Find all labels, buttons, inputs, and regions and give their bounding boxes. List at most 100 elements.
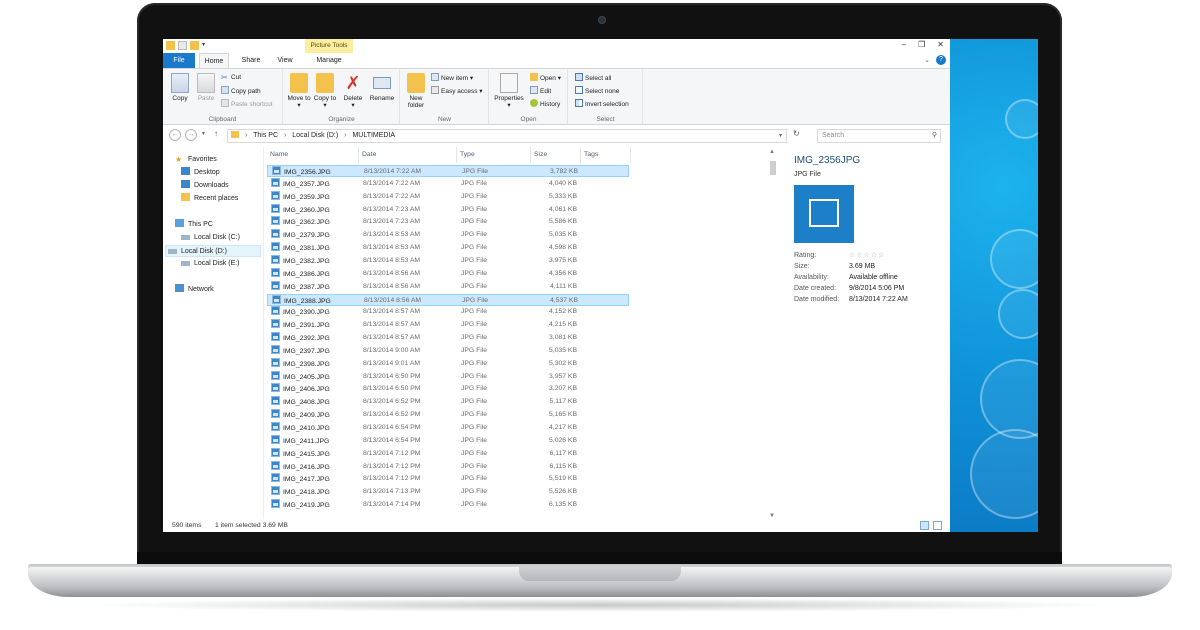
search-icon[interactable]: ⚲ xyxy=(932,130,937,142)
tab-file[interactable]: File xyxy=(163,53,195,68)
tab-manage[interactable]: Manage xyxy=(309,53,349,68)
address-bar[interactable]: › This PC › Local Disk (D:) › MULTIMEDIA… xyxy=(227,129,787,143)
table-row[interactable]: IMG_2411.JPG 8/13/2014 6:54 PM JPG File 5,0… xyxy=(267,434,629,447)
back-icon[interactable]: ← xyxy=(169,129,181,141)
tab-share[interactable]: Share xyxy=(235,53,267,68)
nav-local-disk-e[interactable]: Local Disk (E:) xyxy=(181,258,240,270)
table-row[interactable]: IMG_2397.JPG 8/13/2014 9:00 AM JPG File 5,0… xyxy=(267,344,629,357)
table-row[interactable]: IMG_2362.JPG 8/13/2014 7:23 AM JPG File 5,5… xyxy=(267,216,629,228)
table-row[interactable]: IMG_2409.JPG 8/13/2014 6:52 PM JPG File 5,1… xyxy=(267,409,629,421)
new-folder-button[interactable]: New folder xyxy=(403,73,429,109)
column-header-date[interactable]: Date xyxy=(359,147,457,163)
search-input[interactable]: Search ⚲ xyxy=(817,129,941,143)
forward-icon[interactable]: → xyxy=(185,129,197,141)
table-row[interactable]: IMG_2382.JPG 8/13/2014 8:53 AM JPG File 3,9… xyxy=(267,254,629,267)
tab-home[interactable]: Home xyxy=(199,53,229,68)
copy-path-button[interactable]: Copy path xyxy=(221,86,261,96)
table-row[interactable]: IMG_2391.JPG 8/13/2014 8:57 AM JPG File 4,2… xyxy=(267,319,629,331)
copy-to-button[interactable]: Copy to ▾ xyxy=(312,73,338,109)
table-row[interactable]: IMG_2419.JPG 8/13/2014 7:14 PM JPG File 6,1… xyxy=(267,499,629,511)
table-row[interactable]: IMG_2398.JPG 8/13/2014 9:01 AM JPG File 5,3… xyxy=(267,357,629,370)
invert-selection-button[interactable]: Invert selection xyxy=(575,99,629,109)
easy-access-button[interactable]: Easy access ▾ xyxy=(431,86,483,96)
minimize-icon[interactable]: – xyxy=(902,40,906,49)
rating-stars[interactable]: ☆☆☆☆☆ xyxy=(849,251,885,259)
copy-button[interactable]: Copy xyxy=(167,73,193,102)
up-icon[interactable]: ↑ xyxy=(214,129,218,138)
column-header-type[interactable]: Type xyxy=(457,147,531,163)
file-date: 8/13/2014 7:22 AM xyxy=(364,168,422,175)
nav-desktop[interactable]: Desktop xyxy=(181,167,220,179)
file-date: 8/13/2014 6:54 PM xyxy=(363,436,421,444)
table-row[interactable]: IMG_2381.JPG 8/13/2014 8:53 AM JPG File 4,5… xyxy=(267,242,629,254)
file-type: JPG File xyxy=(461,218,488,226)
table-row[interactable]: IMG_2379.JPG 8/13/2014 8:53 AM JPG File 5,0… xyxy=(267,229,629,241)
ribbon-collapse-icon[interactable]: ⌄ xyxy=(924,56,930,64)
new-folder-icon[interactable] xyxy=(190,41,199,50)
paste-shortcut-button[interactable]: Paste shortcut xyxy=(221,99,273,109)
open-button[interactable]: Open ▾ xyxy=(530,73,561,83)
select-none-button[interactable]: Select none xyxy=(575,86,619,96)
nav-downloads[interactable]: Downloads xyxy=(181,180,229,192)
help-icon[interactable]: ? xyxy=(936,55,946,65)
table-row[interactable]: IMG_2356.JPG 8/13/2014 7:22 AM JPG File 3,7… xyxy=(267,165,629,177)
table-row[interactable]: IMG_2405.JPG 8/13/2014 6:50 PM JPG File 3,9… xyxy=(267,370,629,383)
column-header-size[interactable]: Size xyxy=(531,147,581,163)
edit-button[interactable]: Edit xyxy=(530,86,551,96)
details-view-icon[interactable] xyxy=(920,521,929,530)
qat-dropdown-icon[interactable]: ▾ xyxy=(202,41,208,50)
table-row[interactable]: IMG_2386.JPG 8/13/2014 8:56 AM JPG File 4,3… xyxy=(267,267,629,280)
cut-button[interactable]: ✂ Cut xyxy=(221,73,241,83)
table-row[interactable]: IMG_2416.JPG 8/13/2014 7:12 PM JPG File 6,1… xyxy=(267,460,629,473)
nav-favorites[interactable]: ★ Favorites xyxy=(175,154,217,166)
scrollbar-thumb[interactable] xyxy=(770,161,776,175)
rename-button[interactable]: Rename xyxy=(368,73,396,102)
table-row[interactable]: IMG_2387.JPG 8/13/2014 8:56 AM JPG File 4,1… xyxy=(267,280,629,293)
file-list-scrollbar[interactable]: ▲ ▼ xyxy=(768,149,778,519)
address-dropdown-icon[interactable]: ▾ xyxy=(779,130,782,142)
breadcrumb-multimedia[interactable]: MULTIMEDIA xyxy=(352,132,395,139)
table-row[interactable]: IMG_2357.JPG 8/13/2014 7:22 AM JPG File 4,0… xyxy=(267,177,629,190)
address-row: ← → ▾ ↑ › This PC › Local Disk (D:) › MU… xyxy=(163,126,950,146)
maximize-icon[interactable]: ❐ xyxy=(918,40,925,49)
nav-network[interactable]: Network xyxy=(175,284,214,296)
column-header-tags[interactable]: Tags xyxy=(581,147,631,163)
table-row[interactable]: IMG_2390.JPG 8/13/2014 8:57 AM JPG File 4,1… xyxy=(267,306,629,318)
nav-local-disk-c[interactable]: Local Disk (C:) xyxy=(181,232,240,244)
file-date: 8/13/2014 6:52 PM xyxy=(363,411,421,419)
breadcrumb-local-disk-d[interactable]: Local Disk (D:) xyxy=(292,132,338,139)
breadcrumb-this-pc[interactable]: This PC xyxy=(253,132,278,139)
move-to-button[interactable]: Move to ▾ xyxy=(286,73,312,109)
table-row[interactable]: IMG_2410.JPG 8/13/2014 6:54 PM JPG File 4,2… xyxy=(267,422,629,434)
refresh-icon[interactable]: ↻ xyxy=(793,129,800,138)
table-row[interactable]: IMG_2360.JPG 8/13/2014 7:23 AM JPG File 4,0… xyxy=(267,203,629,216)
close-icon[interactable]: ✕ xyxy=(937,40,944,49)
table-row[interactable]: IMG_2388.JPG 8/13/2014 8:56 AM JPG File 4,5… xyxy=(267,293,629,306)
history-button[interactable]: History xyxy=(530,99,560,109)
table-row[interactable]: IMG_2415.JPG 8/13/2014 7:12 PM JPG File 6,1… xyxy=(267,447,629,460)
large-icons-view-icon[interactable] xyxy=(933,521,942,530)
table-row[interactable]: IMG_2359.JPG 8/13/2014 7:22 AM JPG File 5,3… xyxy=(267,190,629,203)
properties-button[interactable]: Properties ▾ xyxy=(492,73,526,109)
scroll-up-icon[interactable]: ▲ xyxy=(769,149,775,155)
nav-recent-places[interactable]: Recent places xyxy=(181,193,238,205)
table-row[interactable]: IMG_2418.JPG 8/13/2014 7:13 PM JPG File 5,5… xyxy=(267,486,629,498)
file-date: 8/13/2014 8:57 AM xyxy=(363,308,421,316)
paste-button[interactable]: Paste xyxy=(193,73,219,102)
table-row[interactable]: IMG_2406.JPG 8/13/2014 6:50 PM JPG File 3,2… xyxy=(267,383,629,395)
recent-locations-icon[interactable]: ▾ xyxy=(202,130,205,137)
new-item-button[interactable]: New item ▾ xyxy=(431,73,473,83)
file-type: JPG File xyxy=(462,168,489,175)
table-row[interactable]: IMG_2417.JPG 8/13/2014 7:12 PM JPG File 5,5… xyxy=(267,473,629,485)
delete-button[interactable]: ✗ Delete ▾ xyxy=(340,73,366,109)
laptop-shadow xyxy=(80,598,1120,612)
table-row[interactable]: IMG_2408.JPG 8/13/2014 6:52 PM JPG File 5,1… xyxy=(267,396,629,408)
nav-local-disk-d[interactable]: Local Disk (D:) xyxy=(165,245,261,257)
scissors-icon: ✂ xyxy=(221,73,228,82)
nav-this-pc[interactable]: This PC xyxy=(175,219,213,231)
properties-icon[interactable] xyxy=(178,41,187,50)
tab-view[interactable]: View xyxy=(271,53,299,68)
table-row[interactable]: IMG_2392.JPG 8/13/2014 8:57 AM JPG File 3,0… xyxy=(267,332,629,344)
column-header-name[interactable]: Name xyxy=(267,147,359,163)
select-all-button[interactable]: Select all xyxy=(575,73,611,83)
